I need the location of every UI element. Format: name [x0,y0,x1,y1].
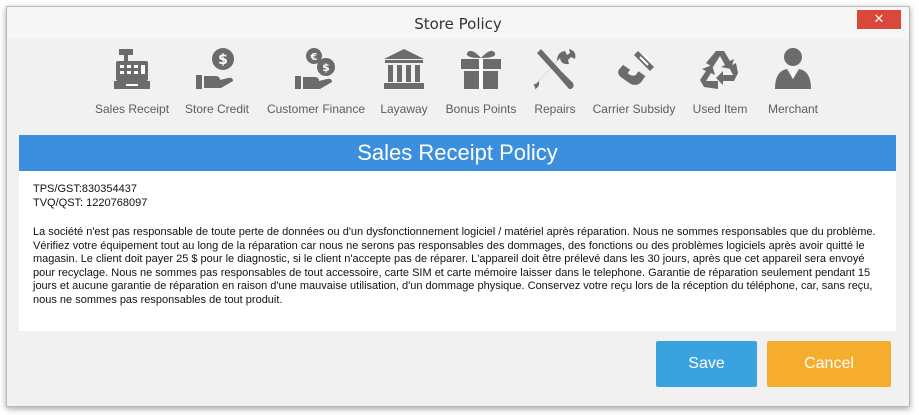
gift-icon [461,50,501,89]
tool-store-credit[interactable]: $ Store Credit [182,45,252,125]
tool-label: Carrier Subsidy [592,102,676,116]
bank-building-icon [384,49,424,89]
tool-sales-receipt[interactable]: Sales Receipt [95,45,169,125]
tool-layaway[interactable]: Layaway [379,45,429,125]
svg-text:$: $ [218,52,228,68]
tool-repairs[interactable]: Repairs [530,45,580,125]
wrench-screwdriver-icon [533,49,576,89]
policy-text-area[interactable]: TPS/GST:830354437 TVQ/QST: 1220768097 La… [19,171,896,331]
tool-carrier-subsidy[interactable]: Carrier Subsidy [591,45,677,125]
tax-number-gst: TPS/GST:830354437 [33,183,137,195]
title-bar: Store Policy ✕ [7,7,909,39]
tool-label: Merchant [767,102,819,116]
tool-label: Layaway [380,102,428,116]
hand-coin-icon: $ [196,48,234,89]
cancel-button[interactable]: Cancel [767,341,891,387]
policy-heading: Sales Receipt Policy [19,135,896,171]
tool-merchant[interactable]: Merchant [761,45,825,125]
tax-number-qst: TVQ/QST: 1220768097 [33,196,148,209]
tool-label: Store Credit [184,102,250,116]
merchant-person-icon [775,48,811,89]
svg-text:$: $ [322,61,330,74]
cash-register-icon [114,49,150,89]
policy-body-text: La société n'est pas responsable de tout… [33,226,876,306]
policy-type-toolbar: Sales Receipt $ Store Credit € $ Custome… [7,39,909,129]
tool-label: Customer Finance [266,102,366,116]
save-button[interactable]: Save [656,341,757,387]
svg-text:€: € [310,52,318,63]
tool-customer-finance[interactable]: € $ Customer Finance [264,45,368,125]
tool-label: Sales Receipt [95,102,170,116]
window-title: Store Policy [414,15,502,33]
tool-label: Used Item [692,102,748,116]
store-policy-dialog: Store Policy ✕ Sales Receipt $ Store Cre… [6,6,910,407]
tool-used-item[interactable]: Used Item [691,45,749,125]
hand-euro-coins-icon: € $ [295,48,335,89]
close-button[interactable]: ✕ [857,10,901,29]
tool-label: Repairs [534,102,576,116]
recycle-icon [700,51,738,89]
tool-bonus-points[interactable]: Bonus Points [443,45,519,125]
phone-handset-icon [618,51,654,85]
tool-label: Bonus Points [445,102,517,116]
